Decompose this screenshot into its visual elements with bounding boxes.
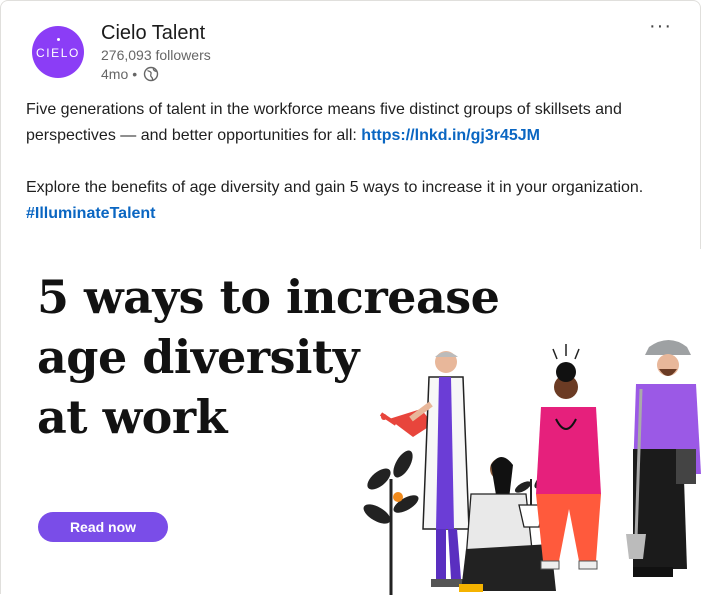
meta-separator: •: [132, 66, 138, 82]
post-card: CIELO Cielo Talent 276,093 followers 4mo…: [0, 0, 702, 595]
watering-can-illustration: [379, 409, 433, 437]
post-link[interactable]: https://lnkd.in/gj3r45JM: [361, 127, 540, 144]
hashtag-link[interactable]: #IlluminateTalent: [26, 205, 156, 222]
article-banner[interactable]: 5 ways to increase age diversity at work…: [1, 249, 702, 595]
headline-line-1: 5 ways to increase: [37, 270, 500, 324]
logo-dot: [57, 38, 60, 41]
workers-illustration: [363, 340, 701, 595]
post-body: Five generations of talent in the workfo…: [26, 97, 686, 227]
post-meta: 4mo •: [101, 66, 159, 82]
left-plant-illustration: [363, 450, 419, 595]
logo-text: CIELO: [35, 46, 80, 60]
company-logo[interactable]: CIELO: [32, 26, 84, 78]
read-now-button[interactable]: Read now: [38, 512, 168, 542]
follower-count: 276,093 followers: [101, 47, 211, 63]
company-name[interactable]: Cielo Talent: [101, 22, 205, 45]
post-paragraph-2: Explore the benefits of age diversity an…: [26, 175, 686, 227]
more-options-icon[interactable]: ···: [649, 15, 672, 38]
post-age: 4mo: [101, 66, 129, 82]
post-paragraph-1: Five generations of talent in the workfo…: [26, 97, 686, 149]
globe-icon: [143, 66, 159, 82]
nurse-illustration: [536, 344, 601, 570]
post-text-2: Explore the benefits of age diversity an…: [26, 179, 644, 196]
gardener-illustration: [626, 340, 701, 577]
doctor-illustration: [409, 351, 470, 587]
